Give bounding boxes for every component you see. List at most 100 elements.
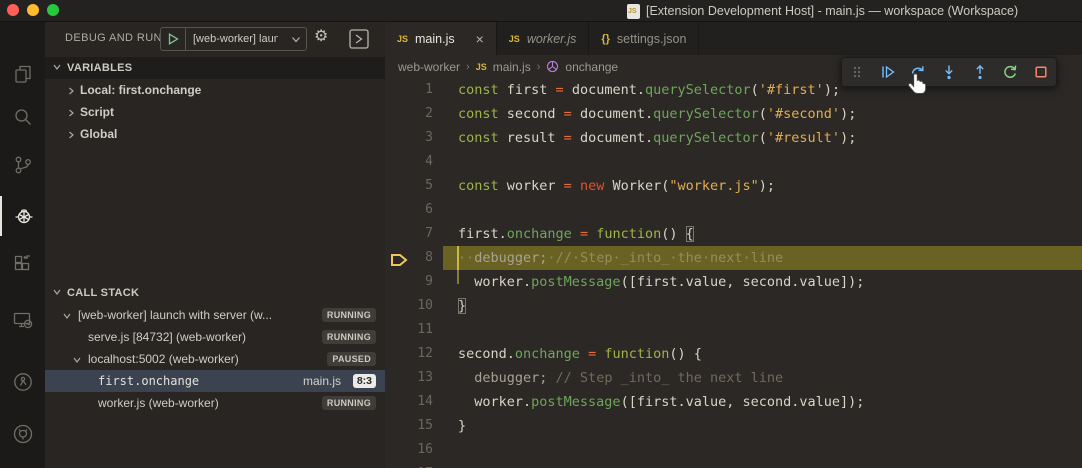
gear-icon[interactable]: ⚙ xyxy=(314,26,328,46)
tab-settings.json[interactable]: {}settings.json xyxy=(589,22,699,55)
line-number[interactable]: 10 xyxy=(385,294,433,318)
tab-worker.js[interactable]: JSworker.js xyxy=(497,22,590,55)
panel-title: DEBUG AND RUN xyxy=(65,32,162,44)
sidebar-toolbar: DEBUG AND RUN [web-worker] laun ⚙ xyxy=(45,22,385,57)
line-number[interactable]: 2 xyxy=(385,102,433,126)
chevron-right-icon xyxy=(66,85,76,99)
call-stack-row[interactable]: serve.js [84732] (web-worker)RUNNING xyxy=(45,326,385,348)
editor-group: JSmain.js×JSworker.js{}settings.json web… xyxy=(385,22,1082,468)
debug-toolbar xyxy=(841,57,1057,87)
line-number[interactable]: 5 xyxy=(385,174,433,198)
call-stack-row[interactable]: worker.js (web-worker)RUNNING xyxy=(45,392,385,414)
tab-close-icon[interactable]: × xyxy=(476,32,484,46)
js-file-icon: JS xyxy=(476,62,487,72)
titlebar: JS [Extension Development Host] - main.j… xyxy=(0,0,1082,22)
title-file-icon: JS xyxy=(627,4,640,19)
window-minimize-button[interactable] xyxy=(27,4,39,16)
chevron-down-icon xyxy=(52,287,62,300)
tab-bar: JSmain.js×JSworker.js{}settings.json xyxy=(385,22,1082,55)
line-number[interactable]: 1 xyxy=(385,78,433,102)
code-editor[interactable]: 1const first = document.querySelector('#… xyxy=(385,78,1082,468)
symbol-onchange-icon xyxy=(546,60,559,73)
line-number[interactable]: 6 xyxy=(385,198,433,222)
activity-bar-run-and-debug-icon[interactable] xyxy=(0,196,45,236)
variables-item[interactable]: Local: first.onchange xyxy=(45,79,385,101)
debug-continue-button[interactable] xyxy=(880,63,897,81)
code-line[interactable]: 8··debugger;·//·Step·_into_·the·next·lin… xyxy=(385,246,1082,270)
debug-stop-button[interactable] xyxy=(1032,63,1049,81)
json-braces-icon: {} xyxy=(601,33,610,45)
line-number[interactable]: 8 xyxy=(385,246,433,270)
code-line[interactable]: 9 worker.postMessage([first.value, secon… xyxy=(385,270,1082,294)
line-number[interactable]: 11 xyxy=(385,318,433,342)
code-line[interactable]: 16 xyxy=(385,438,1082,462)
activity-bar-source-control-icon[interactable] xyxy=(0,145,45,185)
chevron-right-icon xyxy=(66,129,76,143)
debug-step-out-button[interactable] xyxy=(971,63,988,81)
activity-bar-remote-explorer-icon[interactable] xyxy=(0,300,45,340)
launch-config-dropdown[interactable]: [web-worker] laun xyxy=(160,27,307,51)
debug-sidebar: DEBUG AND RUN [web-worker] laun ⚙ VARIAB… xyxy=(45,22,385,468)
mouse-cursor-hand-icon xyxy=(906,72,930,104)
code-line[interactable]: 3const result = document.querySelector('… xyxy=(385,126,1082,150)
code-line[interactable]: 12second.onchange = function() { xyxy=(385,342,1082,366)
code-line[interactable]: 2const second = document.querySelector('… xyxy=(385,102,1082,126)
code-line[interactable]: 15} xyxy=(385,414,1082,438)
line-number[interactable]: 16 xyxy=(385,438,433,462)
line-number[interactable]: 4 xyxy=(385,150,433,174)
code-line[interactable]: 4 xyxy=(385,150,1082,174)
activity-bar-explorer-icon[interactable] xyxy=(0,54,45,94)
js-file-icon: JS xyxy=(397,34,408,44)
launch-config-label: [web-worker] laun xyxy=(186,33,278,45)
window-title: [Extension Development Host] - main.js —… xyxy=(646,4,1018,18)
window-close-button[interactable] xyxy=(7,4,19,16)
breadcrumb-separator: › xyxy=(466,61,470,73)
breadcrumb-item[interactable]: main.js xyxy=(493,60,531,74)
chevron-down-icon xyxy=(52,62,62,75)
code-line[interactable]: 10} xyxy=(385,294,1082,318)
line-number[interactable]: 3 xyxy=(385,126,433,150)
line-number[interactable]: 14 xyxy=(385,390,433,414)
breadcrumb-item[interactable]: web-worker xyxy=(398,60,460,74)
code-line[interactable]: 11 xyxy=(385,318,1082,342)
call-stack-section-header[interactable]: CALL STACK xyxy=(45,282,385,304)
code-line[interactable]: 14 worker.postMessage([first.value, seco… xyxy=(385,390,1082,414)
variables-item[interactable]: Script xyxy=(45,101,385,123)
code-line[interactable]: 6 xyxy=(385,198,1082,222)
code-line[interactable]: 17worker.onmessage = function(e) { xyxy=(385,462,1082,468)
line-number[interactable]: 7 xyxy=(385,222,433,246)
activity-bar-github-icon[interactable] xyxy=(0,414,45,454)
line-number[interactable]: 15 xyxy=(385,414,433,438)
start-debug-icon[interactable] xyxy=(161,28,186,50)
tab-main.js[interactable]: JSmain.js× xyxy=(385,22,497,55)
line-number[interactable]: 9 xyxy=(385,270,433,294)
variables-item[interactable]: Global xyxy=(45,123,385,145)
js-file-icon: JS xyxy=(509,34,520,44)
call-stack-row[interactable]: first.onchangemain.js8:3 xyxy=(45,370,385,392)
activity-bar-search-icon[interactable] xyxy=(0,97,45,137)
status-badge: RUNNING xyxy=(322,396,376,410)
toolbar-drag-handle[interactable] xyxy=(849,63,866,81)
call-stack-row[interactable]: localhost:5002 (web-worker)PAUSED xyxy=(45,348,385,370)
chevron-down-icon xyxy=(62,310,72,324)
chevron-down-icon xyxy=(291,35,306,44)
debug-restart-button[interactable] xyxy=(1002,63,1019,81)
code-line[interactable]: 5const worker = new Worker("worker.js"); xyxy=(385,174,1082,198)
frame-position-badge: 8:3 xyxy=(353,374,376,388)
vscode-window: JS [Extension Development Host] - main.j… xyxy=(0,0,1082,468)
breadcrumb-item[interactable]: onchange xyxy=(565,60,618,74)
breadcrumb-separator: › xyxy=(537,61,541,73)
code-line[interactable]: 13 debugger; // Step _into_ the next lin… xyxy=(385,366,1082,390)
line-number[interactable]: 13 xyxy=(385,366,433,390)
call-stack-row[interactable]: [web-worker] launch with server (w...RUN… xyxy=(45,304,385,326)
chevron-right-icon xyxy=(66,107,76,121)
window-zoom-button[interactable] xyxy=(47,4,59,16)
activity-bar-live-share-icon[interactable] xyxy=(0,362,45,402)
debug-step-into-button[interactable] xyxy=(941,63,958,81)
code-line[interactable]: 7first.onchange = function() { xyxy=(385,222,1082,246)
activity-bar-extensions-icon[interactable] xyxy=(0,244,45,284)
line-number[interactable]: 12 xyxy=(385,342,433,366)
debug-console-icon[interactable] xyxy=(348,28,370,55)
variables-section-header[interactable]: VARIABLES xyxy=(45,57,385,79)
line-number[interactable]: 17 xyxy=(385,462,433,468)
